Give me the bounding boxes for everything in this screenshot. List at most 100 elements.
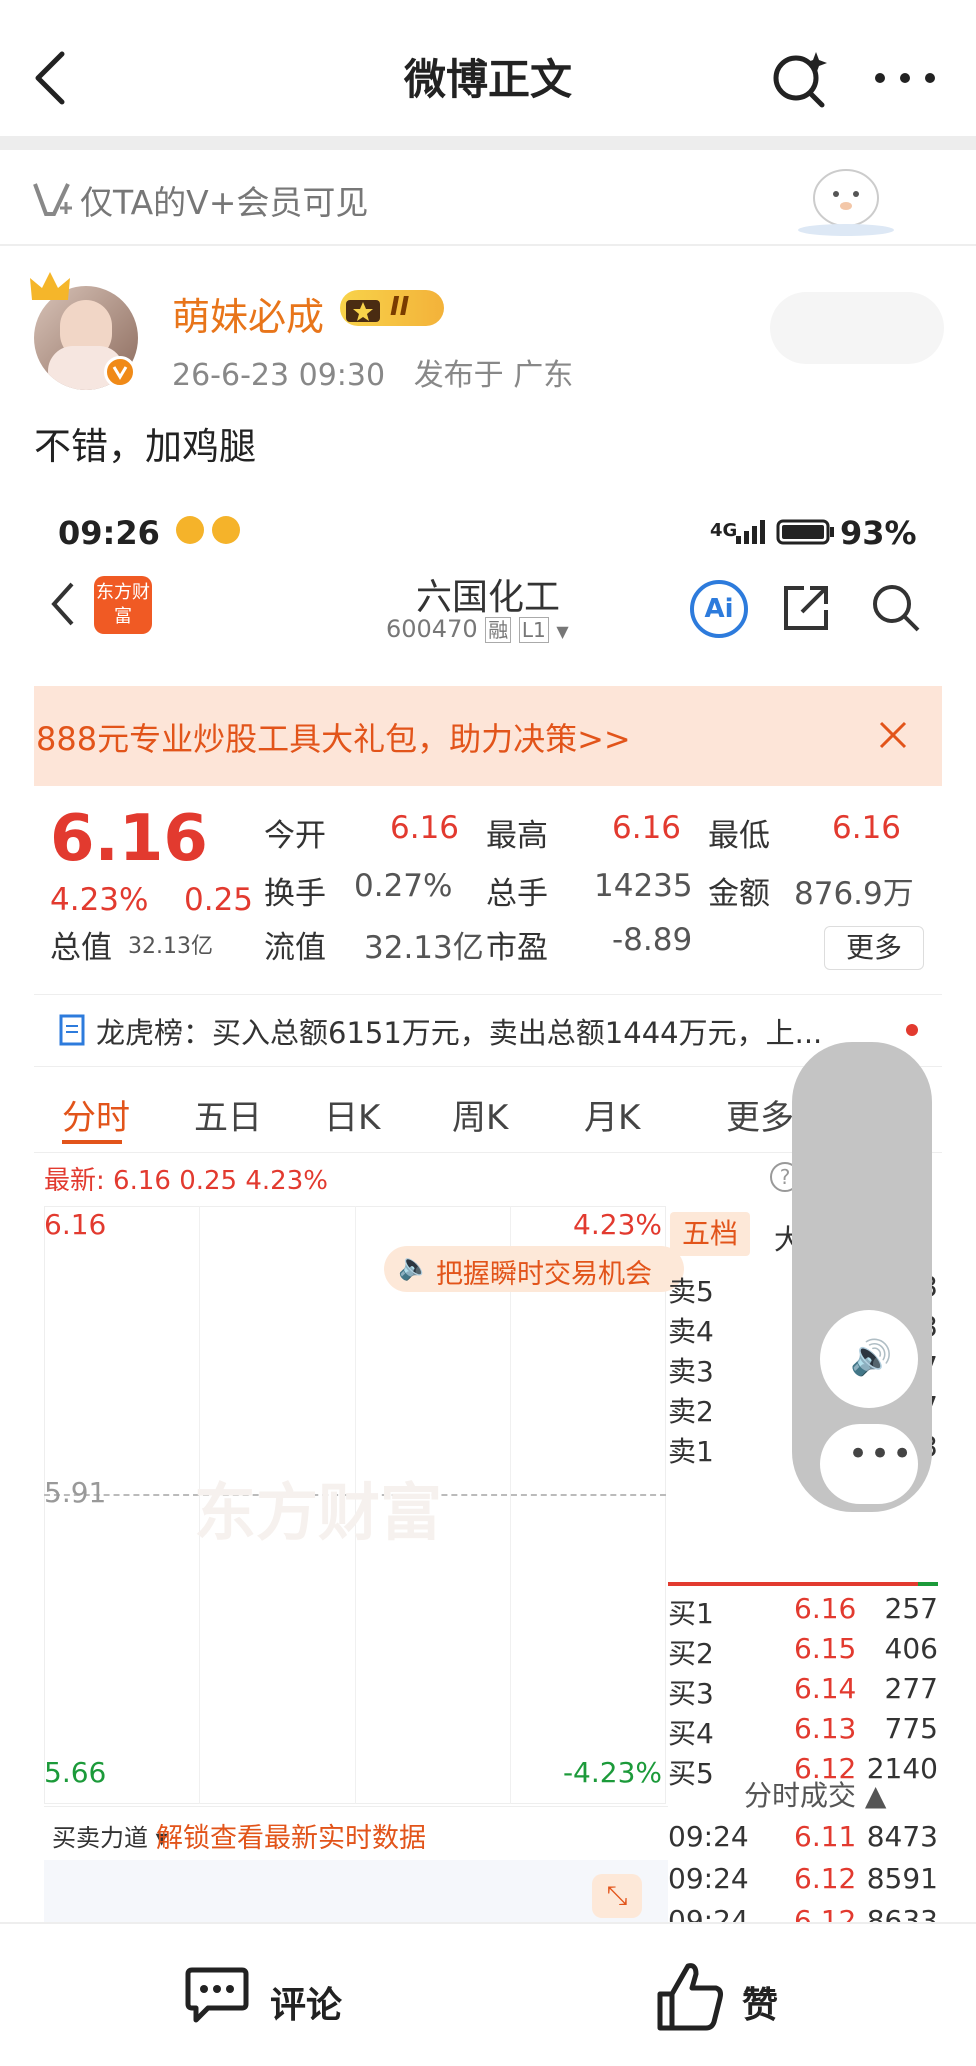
force-label[interactable]: 买卖力道 ▾ [52, 1818, 168, 1853]
more-dots-icon[interactable] [872, 66, 938, 90]
tab-2[interactable]: 日K [324, 1090, 380, 1139]
status-time: 09:26 [58, 514, 160, 552]
promo-banner[interactable]: 888元专业炒股工具大礼包，助力决策>> [34, 686, 942, 786]
latest-amount: 0.25 [179, 1166, 238, 1196]
tab-1[interactable]: 五日 [194, 1090, 262, 1139]
stock-code-row: 600470 融 L1 ▼ [386, 614, 569, 643]
current-price: 6.16 [50, 802, 208, 876]
emoji-icon [176, 516, 204, 544]
sell-level-label: 卖1 [668, 1435, 714, 1468]
rong-tag: 融 [485, 617, 512, 643]
post-location: 发布于 广东 [413, 358, 574, 393]
stock-code: 600470 [386, 615, 478, 643]
document-icon [59, 1014, 85, 1046]
chart-top-price: 6.16 [44, 1208, 107, 1241]
buy-level-label: 买5 [668, 1757, 714, 1790]
buy-level-price: 6.16 [794, 1592, 857, 1625]
sell-level-label: 卖5 [668, 1275, 714, 1308]
dragon-tiger-text[interactable]: 龙虎榜：买入总额6151万元，卖出总额1444万元，上... [96, 1010, 822, 1052]
dropdown-caret-icon[interactable]: ▼ [556, 622, 568, 641]
tick-volume: 8591 [866, 1862, 938, 1895]
post-date: 26-6-23 09:30 [172, 358, 386, 393]
notice-dot [906, 1024, 918, 1036]
comment-icon [185, 1967, 249, 2023]
share-icon[interactable] [780, 582, 832, 634]
tick-time: 09:24 [668, 1904, 749, 1924]
tick-time: 09:24 [668, 1820, 749, 1853]
divider-band [0, 136, 976, 150]
watermark: 东方财富 [194, 1476, 443, 1549]
promo-text: 888元专业炒股工具大礼包，助力决策>> [36, 720, 631, 758]
post-meta: 26-6-23 09:30 发布于 广东 [172, 350, 573, 394]
tick-time: 09:24 [668, 1862, 749, 1895]
stat-value: 32.13亿 [128, 934, 213, 959]
buy-level-label: 买3 [668, 1677, 714, 1710]
stat-value: 876.9万 [794, 876, 914, 912]
tab-five-levels[interactable]: 五档 [670, 1212, 750, 1256]
tab-4[interactable]: 月K [584, 1090, 640, 1139]
emoji-icon [212, 516, 240, 544]
stat-label: 今开 [264, 818, 326, 854]
stat-value: -8.89 [612, 922, 693, 958]
sell-level-label: 卖2 [668, 1395, 714, 1428]
volume-button[interactable]: 🔊 [820, 1310, 918, 1408]
buy-level-price: 6.14 [794, 1672, 857, 1705]
buy-level-price: 6.15 [794, 1632, 857, 1665]
expand-icon[interactable]: ⤡ [592, 1874, 642, 1918]
super-search-icon[interactable] [770, 48, 832, 110]
change-amount: 0.25 [184, 882, 254, 918]
chart-low-percent: -4.23% [562, 1756, 662, 1789]
tab-0[interactable]: 分时 [62, 1090, 130, 1139]
comment-button[interactable]: 评论 [184, 1964, 484, 2034]
battery-icon [776, 519, 834, 545]
cartoon-sticker-icon [798, 169, 894, 236]
stat-label: 流值 [264, 930, 326, 966]
stat-value: 0.27% [354, 868, 453, 904]
tick-price: 6.12 [794, 1904, 857, 1924]
author-name[interactable]: 萌妹必成 [172, 286, 324, 341]
sell-level-label: 卖3 [668, 1355, 714, 1388]
stat-label: 最高 [486, 818, 548, 854]
bottom-action-bar: 评论 赞 [0, 1922, 976, 2066]
follow-button[interactable] [770, 292, 944, 364]
more-button[interactable]: 更多 [824, 926, 924, 970]
stat-label: 总手 [486, 876, 548, 912]
ai-button[interactable]: Ai [690, 580, 748, 638]
battery-percent: 93% [840, 514, 917, 552]
tick-price: 6.11 [794, 1820, 857, 1853]
buy-level-price: 6.13 [794, 1712, 857, 1745]
ticks-header[interactable]: 分时成交 ▲ [744, 1774, 886, 1814]
stat-label: 换手 [264, 876, 326, 912]
ticks-header-label: 分时成交 [744, 1779, 857, 1812]
member-only-bar: 仅TA的V+会员可见 [0, 150, 976, 246]
active-tab-indicator [62, 1140, 122, 1144]
prompt-pill[interactable]: 🔈 把握瞬时交易机会 [384, 1246, 684, 1292]
tick-volume: 8473 [866, 1820, 938, 1853]
like-label: 赞 [742, 1985, 779, 2026]
post-image[interactable]: 09:26 4G 93% 东方财富 六国化工 600470 融 L1 ▼ Ai … [34, 484, 942, 1924]
close-icon[interactable] [878, 720, 908, 750]
latest-price: 6.16 [113, 1166, 171, 1196]
volume-icon: 🔊 [850, 1338, 893, 1378]
chart-mid-price: 5.91 [44, 1476, 107, 1509]
divider [34, 994, 942, 995]
stat-value: 6.16 [390, 810, 460, 846]
like-button[interactable]: 赞 [656, 1960, 856, 2036]
buy-level-volume: 775 [884, 1712, 938, 1745]
chart-low-price: 5.66 [44, 1756, 107, 1789]
intraday-chart[interactable]: 6.16 4.23% 5.91 5.66 -4.23% 东方财富 🔈 把握瞬时交… [44, 1206, 684, 1806]
buy-level-volume: 406 [884, 1632, 938, 1665]
overlay-more-button[interactable]: ••• [820, 1424, 918, 1504]
stat-label: 总值 [50, 930, 112, 966]
top-bar: 微博正文 [0, 0, 976, 136]
force-label-text: 买卖力道 [52, 1824, 148, 1852]
stat-label: 市盈 [486, 930, 548, 966]
stat-value: 32.13亿 [364, 930, 484, 966]
buy-level-label: 买2 [668, 1637, 714, 1670]
more-dots-icon: ••• [848, 1434, 915, 1474]
tab-3[interactable]: 周K [452, 1090, 508, 1139]
member-only-text: 仅TA的V+会员可见 [80, 183, 369, 222]
tab-5[interactable]: 更多 [726, 1090, 794, 1139]
search-icon[interactable] [870, 582, 922, 634]
unlock-text[interactable]: 解锁查看最新实时数据 [156, 1816, 426, 1855]
